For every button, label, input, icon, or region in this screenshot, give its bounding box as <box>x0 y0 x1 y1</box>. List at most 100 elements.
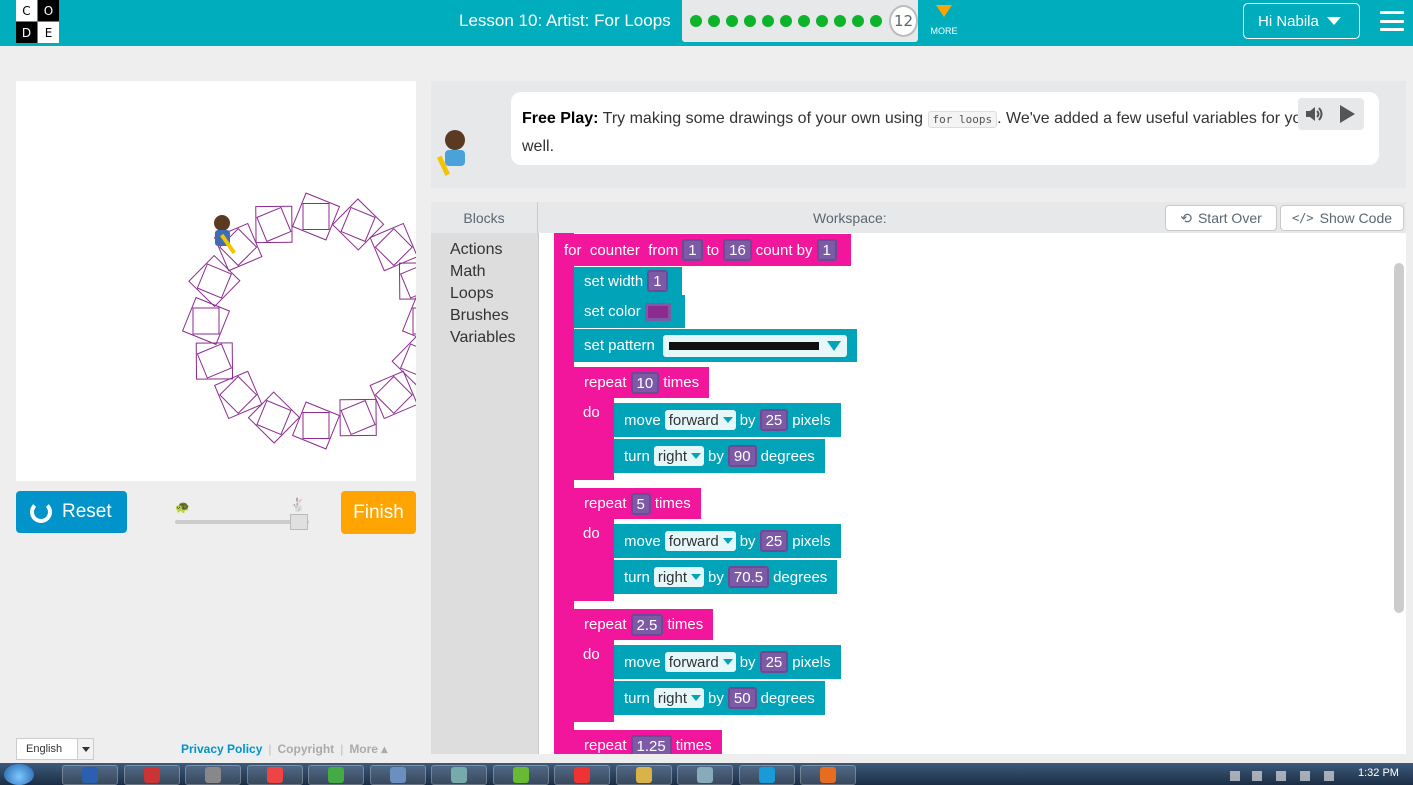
color-swatch[interactable] <box>644 302 671 321</box>
language-select[interactable]: English <box>16 738 94 760</box>
distance-value[interactable]: 25 <box>759 530 789 552</box>
taskbar-app-folder[interactable] <box>615 765 672 785</box>
slider-track[interactable] <box>175 520 309 524</box>
volume-tray-icon[interactable] <box>1300 771 1310 781</box>
distance-value[interactable]: 25 <box>759 409 789 431</box>
category-math[interactable]: Math <box>450 263 486 281</box>
progress-dot[interactable] <box>816 15 828 27</box>
repeat-block[interactable]: repeat 2.5 times <box>574 609 714 640</box>
turn-direction-dropdown[interactable]: right <box>653 567 705 587</box>
user-menu-button[interactable]: Hi Nabila <box>1243 3 1360 39</box>
start-over-button[interactable]: ⟲ Start Over <box>1165 205 1277 231</box>
turn-direction-dropdown[interactable]: right <box>653 688 705 708</box>
progress-dot[interactable] <box>744 15 756 27</box>
progress-dot[interactable] <box>834 15 846 27</box>
start-button-icon[interactable] <box>4 764 34 785</box>
repeat-do-body[interactable]: do <box>574 519 614 601</box>
progress-dot[interactable] <box>780 15 792 27</box>
chevron-down-icon[interactable] <box>77 739 93 759</box>
repeat-block[interactable]: repeat 5 times <box>574 488 701 519</box>
angle-value[interactable]: 90 <box>727 445 757 467</box>
repeat-count[interactable]: 10 <box>630 371 660 394</box>
repeat-count[interactable]: 2.5 <box>630 613 664 636</box>
taskbar-app-cube[interactable] <box>431 765 487 785</box>
repeat-block[interactable]: repeat 1.25 times <box>574 730 722 754</box>
set-color-block[interactable]: set color <box>574 295 685 328</box>
turn-block[interactable]: turn right by 90 degrees <box>614 439 825 473</box>
repeat-block[interactable]: repeat 10 times <box>574 367 710 398</box>
speed-slider[interactable]: 🐢 🐇 <box>172 498 317 530</box>
angle-value[interactable]: 70.5 <box>727 566 770 588</box>
category-actions[interactable]: Actions <box>450 241 502 259</box>
move-block[interactable]: move forward by 25 pixels <box>614 645 841 679</box>
progress-dot[interactable] <box>852 15 864 27</box>
taskbar-app-window[interactable] <box>369 765 426 785</box>
copyright-link[interactable]: Copyright <box>278 742 335 756</box>
set-width-block[interactable]: set width 1 <box>574 267 682 295</box>
move-block[interactable]: move forward by 25 pixels <box>614 524 841 558</box>
flag-icon[interactable] <box>1276 771 1286 781</box>
taskbar-app-pen[interactable] <box>246 765 303 785</box>
width-value[interactable]: 1 <box>647 270 668 292</box>
repeat-count[interactable]: 5 <box>630 492 651 515</box>
finish-button[interactable]: Finish <box>341 491 416 534</box>
tray-icon[interactable] <box>1230 771 1240 781</box>
code-org-logo[interactable]: C O D E <box>16 0 60 43</box>
privacy-policy-link[interactable]: Privacy Policy <box>181 742 262 756</box>
category-variables[interactable]: Variables <box>450 329 516 347</box>
workspace-scrollbar[interactable] <box>1390 233 1406 754</box>
show-code-button[interactable]: </> Show Code <box>1280 205 1404 231</box>
more-footer-link[interactable]: More ▴ <box>349 742 387 756</box>
progress-dot[interactable] <box>870 15 882 27</box>
progress-dot[interactable] <box>798 15 810 27</box>
volume-icon[interactable] <box>1304 104 1324 124</box>
slider-handle[interactable] <box>290 514 309 530</box>
direction-dropdown[interactable]: forward <box>664 410 736 430</box>
category-loops[interactable]: Loops <box>450 285 494 303</box>
play-icon[interactable] <box>1340 105 1355 123</box>
taskbar-app-skype[interactable] <box>738 765 795 785</box>
angle-value[interactable]: 50 <box>727 687 757 709</box>
turn-direction-dropdown[interactable]: right <box>653 446 705 466</box>
taskbar-app-tool[interactable] <box>308 765 364 785</box>
repeat-do-body[interactable]: do <box>574 398 614 480</box>
taskbar-app-clock[interactable] <box>185 765 241 785</box>
category-brushes[interactable]: Brushes <box>450 307 509 325</box>
tray-icon[interactable] <box>1252 771 1262 781</box>
taskbar-app-android[interactable] <box>492 765 549 785</box>
taskbar-clock[interactable]: 1:32 PM <box>1358 767 1399 779</box>
repeat-count[interactable]: 1.25 <box>630 734 672 754</box>
resize-handle[interactable] <box>908 193 928 208</box>
taskbar-app-chrome[interactable] <box>554 765 610 785</box>
direction-dropdown[interactable]: forward <box>664 531 736 551</box>
taskbar-app-explorer[interactable] <box>677 765 733 785</box>
for-loop-body[interactable] <box>554 233 574 754</box>
progress-dot[interactable] <box>708 15 720 27</box>
reset-button[interactable]: Reset <box>16 491 127 533</box>
network-icon[interactable] <box>1324 771 1334 781</box>
count-by-value[interactable]: 1 <box>816 239 837 261</box>
progress-dot[interactable] <box>690 15 702 27</box>
turn-block[interactable]: turn right by 50 degrees <box>614 681 825 715</box>
block-workspace[interactable]: for counter from 1 to 16 count by 1 set … <box>539 233 1390 754</box>
set-pattern-block[interactable]: set pattern <box>574 329 857 362</box>
distance-value[interactable]: 25 <box>759 651 789 673</box>
hamburger-menu-icon[interactable] <box>1380 11 1404 31</box>
lesson-title[interactable]: Lesson 10: Artist: For Loops <box>459 11 671 31</box>
scrollbar-thumb[interactable] <box>1394 263 1404 613</box>
to-value[interactable]: 16 <box>723 239 752 261</box>
move-block[interactable]: move forward by 25 pixels <box>614 403 841 437</box>
turn-block[interactable]: turn right by 70.5 degrees <box>614 560 838 594</box>
for-loop-block[interactable]: for counter from 1 to 16 count by 1 <box>554 234 851 266</box>
taskbar-app-word[interactable] <box>62 765 118 785</box>
from-value[interactable]: 1 <box>682 239 703 261</box>
progress-dot[interactable] <box>762 15 774 27</box>
current-level-badge[interactable]: 12 <box>889 5 918 37</box>
more-button[interactable]: MORE <box>926 5 962 38</box>
pattern-dropdown[interactable] <box>662 334 847 357</box>
taskbar-app-firefox[interactable] <box>800 765 856 785</box>
direction-dropdown[interactable]: forward <box>664 652 736 672</box>
taskbar-app-paint[interactable] <box>123 765 180 785</box>
repeat-do-body[interactable]: do <box>574 640 614 722</box>
progress-dot[interactable] <box>726 15 738 27</box>
